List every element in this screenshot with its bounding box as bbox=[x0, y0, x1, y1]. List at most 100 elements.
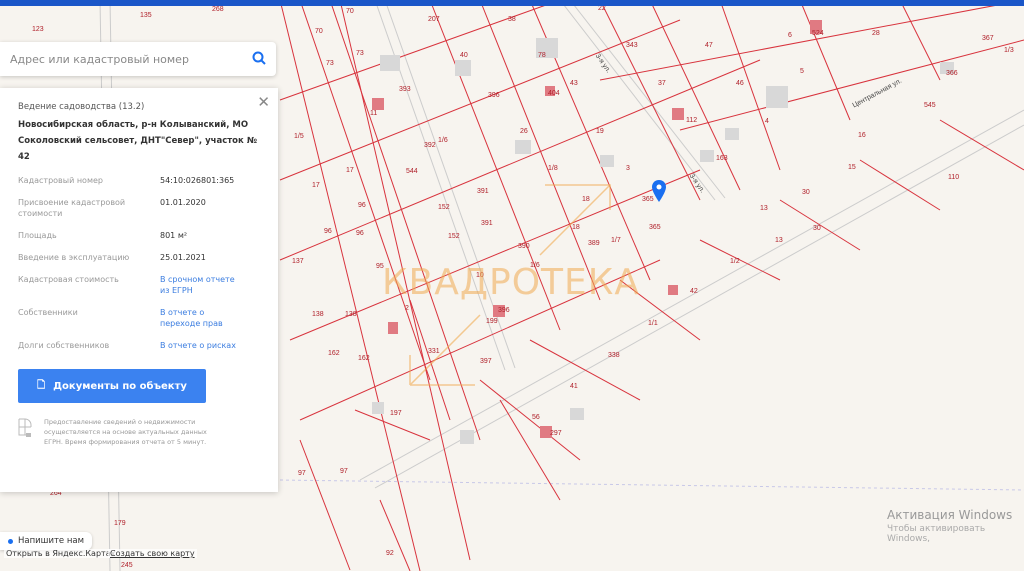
parcel-number-label[interactable]: 152 bbox=[448, 233, 460, 240]
parcel-number-label[interactable]: 13 bbox=[775, 237, 783, 244]
parcel-number-label[interactable]: 392 bbox=[424, 142, 436, 149]
parcel-number-label[interactable]: 97 bbox=[340, 468, 348, 475]
create-map-link[interactable]: Создать свою карту bbox=[108, 549, 197, 558]
owners-link[interactable]: В отчете о переходе прав bbox=[160, 307, 240, 329]
parcel-number-label[interactable]: 5 bbox=[800, 68, 804, 75]
parcel-number-label[interactable]: 1/2 bbox=[730, 258, 740, 265]
parcel-number-label[interactable]: 331 bbox=[428, 348, 440, 355]
parcel-number-label[interactable]: 42 bbox=[690, 288, 698, 295]
parcel-number-label[interactable]: 207 bbox=[428, 16, 440, 23]
parcel-number-label[interactable]: 397 bbox=[480, 358, 492, 365]
chat-button[interactable]: Напишите нам bbox=[0, 532, 93, 550]
parcel-number-label[interactable]: 396 bbox=[488, 92, 500, 99]
parcel-number-label[interactable]: 17 bbox=[312, 182, 320, 189]
windows-activation-title: Активация Windows bbox=[887, 508, 1013, 522]
parcel-number-label[interactable]: 391 bbox=[481, 220, 493, 227]
parcel-number-label[interactable]: 92 bbox=[386, 550, 394, 557]
parcel-number-label[interactable]: 162 bbox=[358, 355, 370, 362]
parcel-number-label[interactable]: 389 bbox=[588, 240, 600, 247]
parcel-number-label[interactable]: 26 bbox=[520, 128, 528, 135]
parcel-number-label[interactable]: 6 bbox=[788, 32, 792, 39]
parcel-number-label[interactable]: 163 bbox=[716, 155, 728, 162]
parcel-number-label[interactable]: 73 bbox=[326, 60, 334, 67]
parcel-number-label[interactable]: 268 bbox=[212, 6, 224, 13]
parcel-number-label[interactable]: 15 bbox=[848, 164, 856, 171]
parcel-number-label[interactable]: 16 bbox=[858, 132, 866, 139]
parcel-number-label[interactable]: 391 bbox=[477, 188, 489, 195]
debts-link[interactable]: В отчете о рисках bbox=[160, 340, 236, 351]
info-row: Кадастровая стоимость В срочном отчете из… bbox=[18, 274, 260, 296]
parcel-number-label[interactable]: 78 bbox=[538, 52, 546, 59]
parcel-number-label[interactable]: 43 bbox=[570, 80, 578, 87]
parcel-number-label[interactable]: 1/3 bbox=[1004, 47, 1014, 54]
parcel-number-label[interactable]: 70 bbox=[315, 28, 323, 35]
parcel-number-label[interactable]: 404 bbox=[548, 90, 560, 97]
parcel-number-label[interactable]: 73 bbox=[356, 50, 364, 57]
parcel-number-label[interactable]: 179 bbox=[114, 520, 126, 527]
parcel-number-label[interactable]: 343 bbox=[626, 42, 638, 49]
parcel-number-label[interactable]: 366 bbox=[946, 70, 958, 77]
parcel-number-label[interactable]: 199 bbox=[486, 318, 498, 325]
parcel-number-label[interactable]: 30 bbox=[813, 225, 821, 232]
parcel-number-label[interactable]: 28 bbox=[872, 30, 880, 37]
parcel-number-label[interactable]: 245 bbox=[121, 562, 133, 569]
parcel-number-label[interactable]: 30 bbox=[802, 189, 810, 196]
land-use-category: Ведение садоводства (13.2) bbox=[18, 102, 145, 112]
parcel-number-label[interactable]: 1/5 bbox=[294, 133, 304, 140]
parcel-number-label[interactable]: 110 bbox=[948, 174, 959, 181]
documents-button[interactable]: 🗋 Документы по объекту bbox=[18, 369, 206, 403]
parcel-number-label[interactable]: 17 bbox=[346, 167, 354, 174]
parcel-number-label[interactable]: 18 bbox=[582, 196, 590, 203]
parcel-number-label[interactable]: 13 bbox=[760, 205, 768, 212]
parcel-number-label[interactable]: 3 bbox=[626, 165, 630, 172]
location-pin-icon[interactable] bbox=[652, 180, 666, 206]
parcel-number-label[interactable]: 18 bbox=[572, 224, 580, 231]
parcel-number-label[interactable]: 97 bbox=[298, 470, 306, 477]
search-input[interactable] bbox=[10, 52, 252, 66]
parcel-number-label[interactable]: 2 bbox=[405, 305, 409, 312]
parcel-number-label[interactable]: 544 bbox=[406, 168, 418, 175]
search-icon[interactable] bbox=[252, 50, 266, 69]
parcel-number-label[interactable]: 365 bbox=[649, 224, 661, 231]
parcel-number-label[interactable]: 96 bbox=[356, 230, 364, 237]
parcel-number-label[interactable]: 70 bbox=[346, 8, 354, 15]
parcel-number-label[interactable]: 22 bbox=[598, 5, 606, 12]
parcel-number-label[interactable]: 138 bbox=[312, 311, 324, 318]
parcel-number-label[interactable]: 96 bbox=[358, 202, 366, 209]
parcel-number-label[interactable]: 390 bbox=[518, 243, 530, 250]
parcel-number-label[interactable]: 135 bbox=[140, 12, 152, 19]
parcel-number-label[interactable]: 96 bbox=[324, 228, 332, 235]
parcel-number-label[interactable]: 197 bbox=[390, 410, 402, 417]
parcel-number-label[interactable]: 396 bbox=[498, 307, 510, 314]
parcel-number-label[interactable]: 297 bbox=[550, 430, 562, 437]
parcel-number-label[interactable]: 112 bbox=[686, 117, 697, 124]
parcel-number-label[interactable]: 38 bbox=[508, 16, 516, 23]
parcel-number-label[interactable]: 1/8 bbox=[548, 165, 558, 172]
parcel-number-label[interactable]: 137 bbox=[292, 258, 304, 265]
parcel-number-label[interactable]: 41 bbox=[570, 383, 578, 390]
parcel-number-label[interactable]: 138 bbox=[345, 311, 357, 318]
parcel-number-label[interactable]: 56 bbox=[532, 414, 540, 421]
parcel-number-label[interactable]: 37 bbox=[658, 80, 666, 87]
parcel-number-label[interactable]: 1/7 bbox=[611, 237, 621, 244]
parcel-number-label[interactable]: 40 bbox=[460, 52, 468, 59]
parcel-number-label[interactable]: 338 bbox=[608, 352, 620, 359]
close-icon[interactable]: ✕ bbox=[257, 93, 270, 111]
parcel-number-label[interactable]: 4 bbox=[765, 118, 769, 125]
parcel-number-label[interactable]: 46 bbox=[736, 80, 744, 87]
open-yandex-link[interactable]: Открыть в Яндекс.Картах bbox=[4, 549, 118, 558]
building-lock-icon bbox=[18, 417, 32, 447]
parcel-number-label[interactable]: 123 bbox=[32, 26, 44, 33]
parcel-number-label[interactable]: 1/1 bbox=[648, 320, 658, 327]
parcel-number-label[interactable]: 162 bbox=[328, 350, 340, 357]
cadastral-cost-link[interactable]: В срочном отчете из ЕГРН bbox=[160, 274, 240, 296]
parcel-number-label[interactable]: 1/6 bbox=[438, 137, 448, 144]
parcel-number-label[interactable]: 393 bbox=[399, 86, 411, 93]
parcel-number-label[interactable]: 524 bbox=[812, 30, 824, 37]
parcel-number-label[interactable]: 47 bbox=[705, 42, 713, 49]
parcel-number-label[interactable]: 152 bbox=[438, 204, 450, 211]
parcel-number-label[interactable]: 367 bbox=[982, 35, 994, 42]
parcel-number-label[interactable]: 19 bbox=[596, 128, 604, 135]
parcel-number-label[interactable]: 545 bbox=[924, 102, 936, 109]
parcel-number-label[interactable]: 11 bbox=[370, 110, 377, 117]
